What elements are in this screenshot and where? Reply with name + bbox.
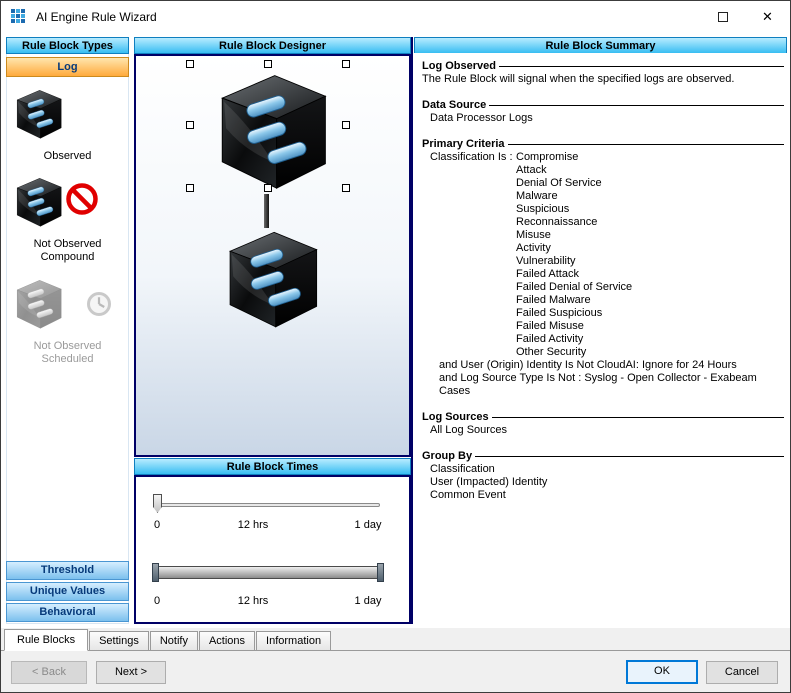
- selection-handle[interactable]: [186, 121, 194, 129]
- group-by-item: Classification: [430, 463, 784, 476]
- selection-handle[interactable]: [342, 60, 350, 68]
- criteria-and-line: and User (Origin) Identity Is Not CloudA…: [439, 359, 784, 372]
- classification-item: Malware: [516, 190, 632, 203]
- rule-type-scheduled-label-2: Scheduled: [6, 353, 129, 366]
- classification-item: Compromise: [516, 151, 632, 164]
- time-slider-track[interactable]: [156, 503, 380, 507]
- classification-item: Misuse: [516, 229, 632, 242]
- titlebar[interactable]: AI Engine Rule Wizard ✕: [1, 1, 790, 33]
- tab-information[interactable]: Information: [256, 631, 331, 650]
- threshold-button[interactable]: Threshold: [6, 561, 129, 580]
- cancel-button[interactable]: Cancel: [706, 661, 778, 684]
- slider1-tick-12hrs: 12 hrs: [238, 519, 269, 531]
- log-type-button[interactable]: Log: [6, 57, 129, 77]
- ok-button[interactable]: OK: [626, 660, 698, 684]
- classification-item: Denial Of Service: [516, 177, 632, 190]
- classification-item: Failed Suspicious: [516, 307, 632, 320]
- summary-section-data-source: Data Source: [422, 99, 486, 112]
- rule-type-compound-label-1: Not Observed: [6, 238, 129, 251]
- classification-item: Reconnaissance: [516, 216, 632, 229]
- slider1-tick-0: 0: [154, 519, 160, 531]
- classification-item: Vulnerability: [516, 255, 632, 268]
- classification-item: Failed Activity: [516, 333, 632, 346]
- back-button: < Back: [11, 661, 87, 684]
- rule-type-not-observed-scheduled: Not Observed Scheduled: [6, 277, 129, 366]
- classification-item: Suspicious: [516, 203, 632, 216]
- rule-block-designer-canvas[interactable]: [134, 54, 411, 457]
- window-title: AI Engine Rule Wizard: [36, 10, 157, 24]
- observed-cube-icon: [6, 87, 129, 140]
- summary-section-primary-criteria: Primary Criteria: [422, 138, 505, 151]
- rule-type-not-observed-compound[interactable]: Not Observed Compound: [6, 175, 129, 264]
- rule-block-summary-header: Rule Block Summary: [414, 37, 787, 54]
- tab-notify[interactable]: Notify: [150, 631, 198, 650]
- tab-settings[interactable]: Settings: [89, 631, 149, 650]
- selection-handle[interactable]: [186, 184, 194, 192]
- selection-handle[interactable]: [264, 60, 272, 68]
- tab-actions[interactable]: Actions: [199, 631, 255, 650]
- slider2-tick-12hrs: 12 hrs: [238, 595, 269, 607]
- selected-rule-block-cube[interactable]: [196, 68, 346, 192]
- app-icon: [11, 9, 27, 25]
- summary-section-log-observed: Log Observed: [422, 60, 496, 73]
- classification-item: Failed Malware: [516, 294, 632, 307]
- next-button[interactable]: Next >: [96, 661, 166, 684]
- rule-type-compound-label-2: Compound: [6, 251, 129, 264]
- group-by-item: Common Event: [430, 489, 784, 502]
- classification-item: Activity: [516, 242, 632, 255]
- log-sources-value: All Log Sources: [430, 424, 784, 437]
- selection-handle[interactable]: [342, 121, 350, 129]
- slider2-tick-0: 0: [154, 595, 160, 607]
- summary-section-group-by: Group By: [422, 450, 472, 463]
- clock-icon: [84, 289, 114, 319]
- classification-item: Failed Attack: [516, 268, 632, 281]
- unique-values-button[interactable]: Unique Values: [6, 582, 129, 601]
- log-observed-description: The Rule Block will signal when the spec…: [422, 73, 784, 86]
- time-slider-thumb[interactable]: [153, 494, 162, 513]
- time-range-bar[interactable]: [156, 566, 380, 579]
- block-connector-line: [264, 194, 269, 228]
- ai-engine-rule-wizard-window: AI Engine Rule Wizard ✕ Rule Block Types…: [0, 0, 791, 693]
- rule-block-times-panel: 0 12 hrs 1 day 0 12 hrs 1 day: [134, 475, 411, 624]
- rule-type-observed[interactable]: Observed: [6, 87, 129, 163]
- maximize-icon: [718, 12, 728, 22]
- classification-item: Failed Misuse: [516, 320, 632, 333]
- slider1-tick-1day: 1 day: [355, 519, 382, 531]
- rule-block-designer-header: Rule Block Designer: [134, 37, 411, 54]
- summary-section-log-sources: Log Sources: [422, 411, 489, 424]
- selection-handle[interactable]: [342, 184, 350, 192]
- group-by-list: ClassificationUser (Impacted) IdentityCo…: [430, 463, 784, 502]
- rule-type-observed-label: Observed: [6, 150, 129, 163]
- rule-block-summary: Log Observed The Rule Block will signal …: [413, 53, 790, 624]
- selection-handle[interactable]: [264, 184, 272, 192]
- wizard-tabstrip: Rule Blocks Settings Notify Actions Info…: [1, 628, 790, 651]
- criteria-and-lines: and User (Origin) Identity Is Not CloudA…: [422, 359, 784, 398]
- slider2-tick-1day: 1 day: [355, 595, 382, 607]
- group-by-item: User (Impacted) Identity: [430, 476, 784, 489]
- classification-item: Other Security: [516, 346, 632, 359]
- not-observed-scheduled-cube-icon: [6, 277, 129, 330]
- close-icon: ✕: [762, 10, 773, 23]
- range-handle-left[interactable]: [152, 563, 159, 582]
- rule-type-scheduled-label-1: Not Observed: [6, 340, 129, 353]
- rule-block-types-header: Rule Block Types: [6, 37, 129, 54]
- close-button[interactable]: ✕: [745, 1, 790, 32]
- behavioral-button[interactable]: Behavioral: [6, 603, 129, 622]
- not-observed-compound-cube-icon: [6, 175, 129, 228]
- selection-handle[interactable]: [186, 60, 194, 68]
- classification-item: Attack: [516, 164, 632, 177]
- classification-list: CompromiseAttackDenial Of ServiceMalware…: [516, 151, 632, 359]
- criteria-and-line: and Log Source Type Is Not : Syslog - Op…: [439, 372, 784, 398]
- range-handle-right[interactable]: [377, 563, 384, 582]
- rule-block-cube[interactable]: [208, 226, 334, 330]
- data-source-value: Data Processor Logs: [430, 112, 784, 125]
- tab-rule-blocks[interactable]: Rule Blocks: [4, 629, 88, 651]
- prohibited-icon: [64, 181, 100, 217]
- classification-item: Failed Denial of Service: [516, 281, 632, 294]
- maximize-button[interactable]: [700, 1, 745, 32]
- classification-label: Classification Is :: [430, 151, 516, 359]
- rule-block-times-header: Rule Block Times: [134, 458, 411, 475]
